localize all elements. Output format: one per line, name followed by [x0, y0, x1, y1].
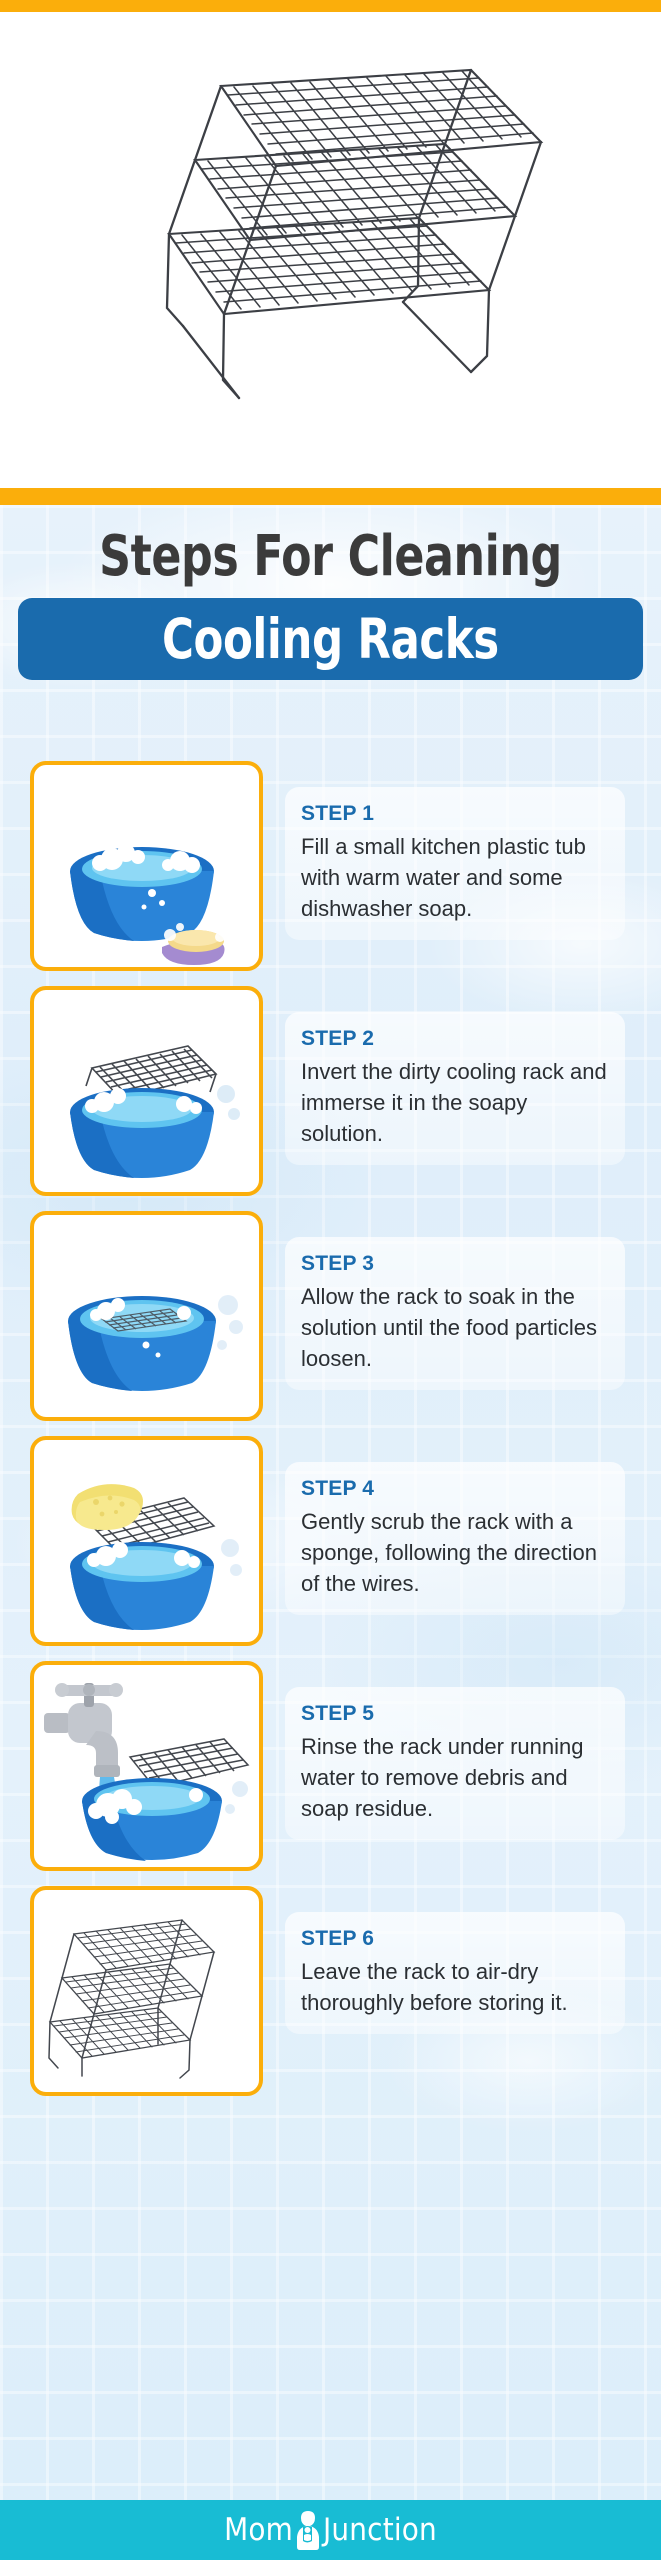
step-text-block: STEP 5 Rinse the rack under running wate…: [285, 1687, 625, 1840]
rack-inverted-into-tub-icon: [70, 1045, 240, 1178]
step-description: Invert the dirty cooling rack and immers…: [301, 1059, 607, 1146]
step-item: STEP 3 Allow the rack to soak in the sol…: [0, 1203, 661, 1428]
steps-list: STEP 1 Fill a small kitchen plastic tub …: [0, 753, 661, 2103]
step-item: STEP 4 Gently scrub the rack with a spon…: [0, 1428, 661, 1653]
title-block: Steps For Cleaning Cooling Racks: [0, 525, 661, 680]
page-title-line-1: Steps For Cleaning: [99, 524, 562, 589]
step-description: Allow the rack to soak in the solution u…: [301, 1284, 597, 1371]
step-illustration-card: [30, 1436, 263, 1646]
step-label: STEP 5: [301, 1702, 375, 1725]
section-divider: [0, 488, 661, 505]
page-title-line-2: Cooling Racks: [162, 607, 499, 671]
step-illustration-card: [30, 986, 263, 1196]
step-label: STEP 4: [301, 1477, 375, 1500]
step-item: STEP 2 Invert the dirty cooling rack and…: [0, 978, 661, 1203]
content-area: Steps For Cleaning Cooling Racks STEP 1 …: [0, 505, 661, 2500]
step-description: Gently scrub the rack with a sponge, fol…: [301, 1509, 597, 1596]
step-description: Fill a small kitchen plastic tub with wa…: [301, 834, 586, 921]
tub-with-soapy-water-and-soap-bar-icon: [70, 844, 225, 965]
step-text-block: STEP 4 Gently scrub the rack with a spon…: [285, 1462, 625, 1615]
infographic-page: Steps For Cleaning Cooling Racks STEP 1 …: [0, 0, 661, 2560]
step-illustration-card: [30, 1886, 263, 2096]
step-item: STEP 1 Fill a small kitchen plastic tub …: [0, 753, 661, 978]
step-illustration-card: [30, 761, 263, 971]
step-illustration-card: [30, 1661, 263, 1871]
cooling-rack-illustration: [165, 68, 543, 400]
logo-text-left: Mom: [224, 2512, 293, 2548]
step-text-block: STEP 1 Fill a small kitchen plastic tub …: [285, 787, 625, 940]
faucet-rinsing-rack-icon: [44, 1683, 250, 1861]
step-label: STEP 6: [301, 1927, 375, 1950]
step-text-block: STEP 2 Invert the dirty cooling rack and…: [285, 1012, 625, 1165]
mom-and-baby-icon: [296, 2511, 319, 2550]
step-label: STEP 3: [301, 1252, 375, 1275]
step-text-block: STEP 6 Leave the rack to air-dry thoroug…: [285, 1912, 625, 2034]
sponge-scrubbing-rack-icon: [70, 1484, 242, 1630]
cooling-rack-air-drying-icon: [48, 1919, 216, 2079]
step-description: Rinse the rack under running water to re…: [301, 1734, 584, 1821]
hero-image: [0, 12, 661, 488]
top-accent-bar: [0, 0, 661, 12]
step-illustration-card: [30, 1211, 263, 1421]
footer-bar: Mom Junction: [0, 2500, 661, 2560]
step-label: STEP 2: [301, 1027, 375, 1050]
momjunction-logo[interactable]: Mom Junction: [224, 2509, 437, 2551]
step-description: Leave the rack to air-dry thoroughly bef…: [301, 1959, 568, 2015]
step-text-block: STEP 3 Allow the rack to soak in the sol…: [285, 1237, 625, 1390]
logo-text-right: Junction: [322, 2512, 437, 2548]
rack-soaking-in-tub-icon: [68, 1295, 243, 1391]
step-label: STEP 1: [301, 802, 375, 825]
step-item: STEP 5 Rinse the rack under running wate…: [0, 1653, 661, 1878]
title-banner: Cooling Racks: [18, 598, 643, 680]
step-item: STEP 6 Leave the rack to air-dry thoroug…: [0, 1878, 661, 2103]
